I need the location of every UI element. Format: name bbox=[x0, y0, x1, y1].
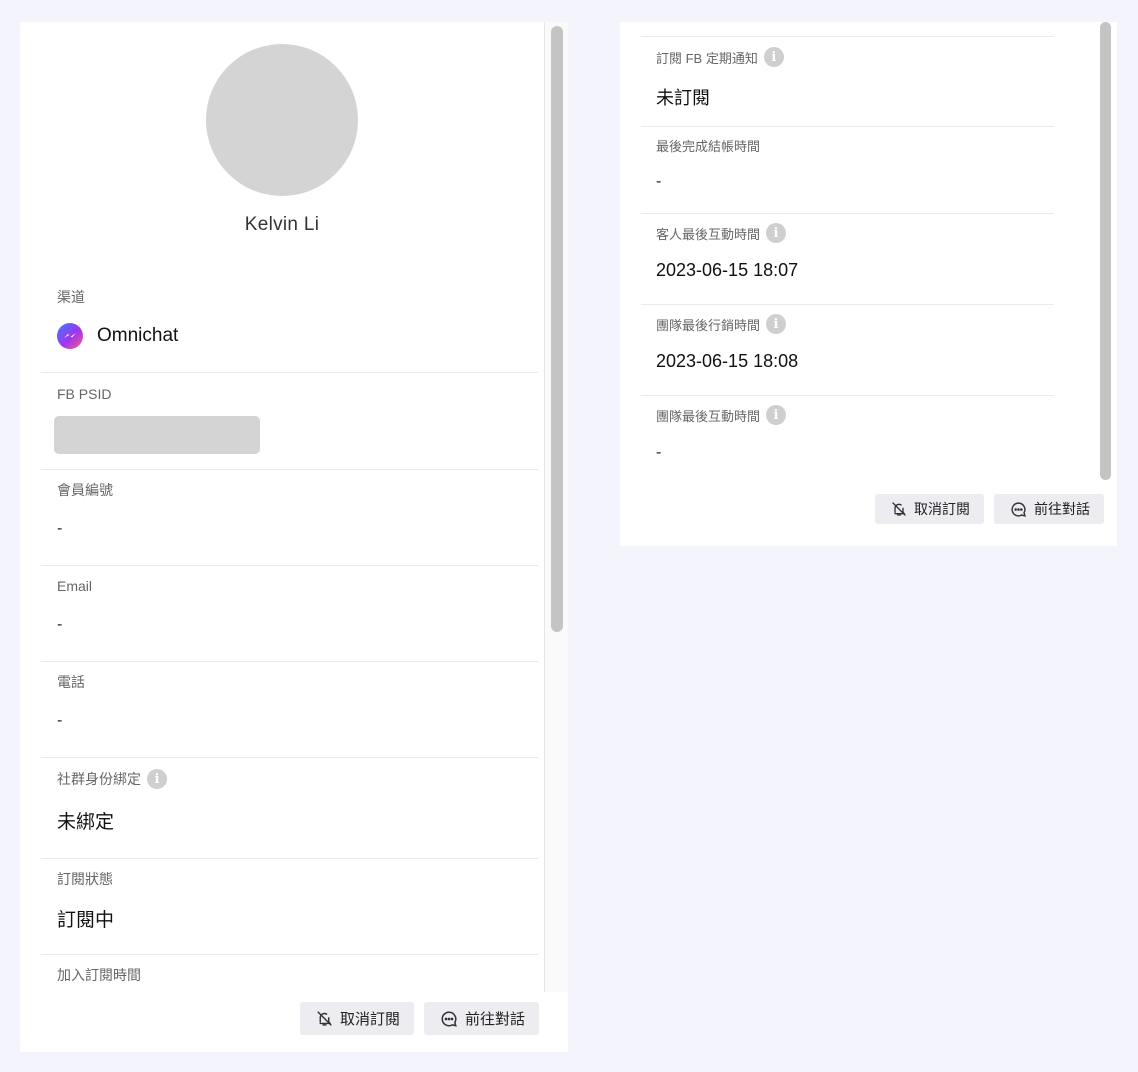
field-label: 最後完成結帳時間 bbox=[656, 138, 761, 154]
scrollbar[interactable] bbox=[1098, 22, 1117, 484]
phone-value: - bbox=[57, 712, 63, 729]
info-icon[interactable]: i bbox=[766, 314, 787, 334]
subscription-status-value: 訂閱中 bbox=[57, 910, 115, 931]
field-label: 會員編號 bbox=[57, 482, 113, 498]
chat-bubble-icon bbox=[1011, 501, 1026, 517]
fb-recurring-value: 未訂閱 bbox=[656, 88, 710, 108]
channel-value: Omnichat bbox=[97, 325, 179, 346]
go-to-chat-button[interactable]: 前往對話 bbox=[994, 494, 1104, 524]
last-checkout-value: - bbox=[656, 173, 662, 190]
phone-field: 電話 - bbox=[41, 662, 538, 758]
social-binding-value: 未綁定 bbox=[57, 812, 115, 833]
info-icon[interactable]: i bbox=[766, 405, 787, 425]
member-id-field: 會員編號 - bbox=[41, 470, 538, 566]
field-label: 團隊最後互動時間 bbox=[656, 408, 761, 424]
channel-row: Omnichat bbox=[57, 323, 522, 349]
field-label: Email bbox=[57, 578, 93, 594]
team-last-marketing-value: 2023-06-15 18:08 bbox=[656, 351, 799, 371]
subscribe-time-field: 加入訂閱時間 bbox=[41, 955, 538, 985]
customer-last-interaction-value: 2023-06-15 18:07 bbox=[656, 260, 799, 280]
profile-scroll-area: Kelvin Li 渠道 Omnichat FB PSID 會員編號 - Ema… bbox=[20, 22, 544, 992]
field-label: FB PSID bbox=[57, 386, 112, 402]
scrollbar-thumb[interactable] bbox=[551, 26, 563, 632]
field-label: 電話 bbox=[57, 674, 85, 690]
go-to-chat-label: 前往對話 bbox=[1034, 502, 1090, 518]
field-label-row: 訂閱 FB 定期通知 i bbox=[656, 47, 1039, 67]
customer-last-interaction-field: 客人最後互動時間 i 2023-06-15 18:07 bbox=[641, 214, 1054, 305]
avatar bbox=[206, 44, 358, 196]
action-bar: 取消訂閱 前往對話 bbox=[875, 494, 1114, 524]
customer-activity-panel: 訂閱 FB 定期通知 i 未訂閱 最後完成結帳時間 - 客人最後互動時間 i 2… bbox=[620, 22, 1117, 546]
chat-bubble-icon bbox=[441, 1010, 457, 1027]
profile-header: Kelvin Li bbox=[20, 22, 544, 236]
info-icon[interactable]: i bbox=[763, 47, 784, 67]
field-label: 團隊最後行銷時間 bbox=[656, 317, 761, 333]
social-binding-field: 社群身份綁定 i 未綁定 bbox=[41, 758, 538, 859]
team-last-interaction-field: 團隊最後互動時間 i - bbox=[641, 396, 1054, 462]
field-label: 訂閱 FB 定期通知 bbox=[656, 50, 758, 66]
field-label-row: 社群身份綁定 i bbox=[57, 769, 522, 789]
field-label-row: 團隊最後行銷時間 i bbox=[656, 314, 1039, 334]
field-label: 加入訂閱時間 bbox=[57, 967, 141, 983]
member-id-value: - bbox=[57, 520, 63, 537]
field-label: 社群身份綁定 bbox=[57, 771, 141, 787]
go-to-chat-label: 前往對話 bbox=[465, 1010, 526, 1028]
unsubscribe-button[interactable]: 取消訂閱 bbox=[875, 494, 984, 524]
last-checkout-field: 最後完成結帳時間 - bbox=[641, 127, 1054, 214]
fb-recurring-field: 訂閱 FB 定期通知 i 未訂閱 bbox=[641, 37, 1054, 127]
profile-name: Kelvin Li bbox=[244, 214, 320, 235]
email-value: - bbox=[57, 616, 63, 633]
unsubscribe-button[interactable]: 取消訂閱 bbox=[300, 1002, 415, 1035]
field-label: 訂閱狀態 bbox=[57, 871, 113, 887]
messenger-icon bbox=[57, 323, 83, 349]
action-bar: 取消訂閱 前往對話 bbox=[300, 1002, 549, 1035]
scrollbar[interactable] bbox=[544, 22, 568, 992]
field-label-row: 團隊最後互動時間 i bbox=[656, 405, 1039, 425]
email-field: Email - bbox=[41, 566, 538, 662]
bell-off-icon bbox=[317, 1011, 332, 1026]
section-divider bbox=[641, 22, 1054, 37]
customer-profile-panel: Kelvin Li 渠道 Omnichat FB PSID 會員編號 - Ema… bbox=[20, 22, 568, 1052]
field-label: 客人最後互動時間 bbox=[656, 226, 761, 242]
team-last-interaction-value: - bbox=[656, 444, 662, 461]
unsubscribe-label: 取消訂閱 bbox=[914, 502, 970, 518]
team-last-marketing-field: 團隊最後行銷時間 i 2023-06-15 18:08 bbox=[641, 305, 1054, 396]
subscription-status-field: 訂閱狀態 訂閱中 bbox=[41, 859, 538, 955]
fb-psid-field: FB PSID bbox=[41, 373, 538, 470]
scrollbar-thumb[interactable] bbox=[1100, 22, 1111, 480]
activity-scroll-area: 訂閱 FB 定期通知 i 未訂閱 最後完成結帳時間 - 客人最後互動時間 i 2… bbox=[620, 22, 1098, 484]
bell-off-icon bbox=[892, 502, 906, 516]
unsubscribe-label: 取消訂閱 bbox=[340, 1010, 401, 1028]
channel-field: 渠道 Omnichat bbox=[41, 284, 538, 373]
info-icon[interactable]: i bbox=[147, 769, 167, 789]
field-label: 渠道 bbox=[57, 289, 85, 305]
field-label-row: 客人最後互動時間 i bbox=[656, 223, 1039, 243]
fb-psid-value-placeholder bbox=[54, 416, 260, 454]
info-icon[interactable]: i bbox=[766, 223, 787, 243]
go-to-chat-button[interactable]: 前往對話 bbox=[424, 1002, 540, 1035]
